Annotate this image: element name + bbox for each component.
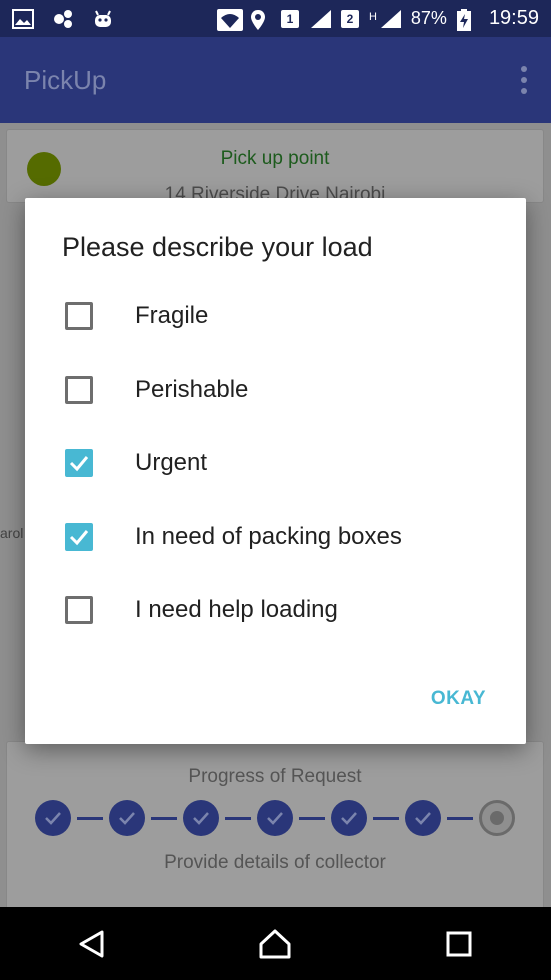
progress-title: Progress of Request [188, 766, 362, 787]
back-icon [79, 930, 104, 957]
status-bar: 1 2 H 87% 19:59 [0, 0, 551, 37]
step-connector [373, 816, 399, 820]
recents-button[interactable] [439, 924, 479, 964]
option-label: Perishable [135, 376, 249, 403]
app-notification-icon [52, 9, 74, 29]
sim2-icon: 2 [340, 9, 359, 28]
home-icon [259, 929, 291, 958]
wifi-icon [216, 8, 243, 31]
location-icon [249, 9, 271, 30]
map-label: arol [0, 525, 24, 541]
checkbox-checked[interactable] [65, 449, 93, 477]
signal-icon [309, 9, 331, 29]
step-completed-icon [35, 800, 71, 836]
overflow-menu-icon[interactable] [521, 66, 527, 94]
network-type: H [368, 11, 377, 23]
pickup-card: Pick up point 14 Riverside Drive Nairobi [6, 129, 544, 205]
option-label: Fragile [135, 302, 209, 329]
recents-icon [446, 931, 472, 956]
checkbox-unchecked[interactable] [65, 596, 93, 624]
pickup-label: Pick up point [220, 148, 330, 169]
step-pending-icon [479, 800, 515, 836]
step-completed-icon [183, 800, 219, 836]
checkbox-checked[interactable] [65, 523, 93, 551]
load-description-dialog: Please describe your load Fragile Perisha… [25, 198, 526, 744]
step-connector [77, 816, 103, 820]
okay-button[interactable]: OKAY [431, 688, 486, 710]
step-connector [447, 816, 473, 820]
step-connector [225, 816, 251, 820]
progress-card: Progress of Request Provide details of c… [6, 741, 544, 911]
option-label: Urgent [135, 449, 208, 476]
checkbox-unchecked[interactable] [65, 376, 93, 404]
app-bar: PickUp [0, 37, 551, 123]
option-label: In need of packing boxes [135, 523, 402, 550]
battery-percent: 87% [410, 8, 447, 28]
checkmark-icon [69, 530, 89, 546]
step-connector [151, 816, 177, 820]
sim1-icon: 1 [280, 9, 299, 28]
android-icon [92, 9, 114, 29]
step-completed-icon [257, 800, 293, 836]
option-label: I need help loading [135, 596, 338, 623]
checkmark-icon [69, 456, 89, 472]
load-option[interactable]: Perishable [65, 365, 505, 415]
battery-charging-icon [456, 8, 479, 31]
back-button[interactable] [72, 924, 112, 964]
checkbox-unchecked[interactable] [65, 302, 93, 330]
step-connector [299, 816, 325, 820]
load-option[interactable]: I need help loading [65, 585, 505, 635]
gallery-icon [12, 8, 34, 29]
clock: 19:59 [488, 7, 539, 29]
signal-icon-2 [379, 9, 401, 29]
load-option[interactable]: Fragile [65, 291, 505, 341]
step-completed-icon [331, 800, 367, 836]
home-button[interactable] [255, 924, 295, 964]
dialog-title: Please describe your load [62, 232, 373, 262]
progress-steps [35, 800, 515, 836]
progress-subtitle: Provide details of collector [164, 852, 386, 873]
step-completed-icon [405, 800, 441, 836]
load-option[interactable]: In need of packing boxes [65, 512, 505, 562]
app-title: PickUp [24, 64, 107, 95]
navigation-bar [0, 907, 551, 980]
step-completed-icon [109, 800, 145, 836]
load-option[interactable]: Urgent [65, 438, 505, 488]
